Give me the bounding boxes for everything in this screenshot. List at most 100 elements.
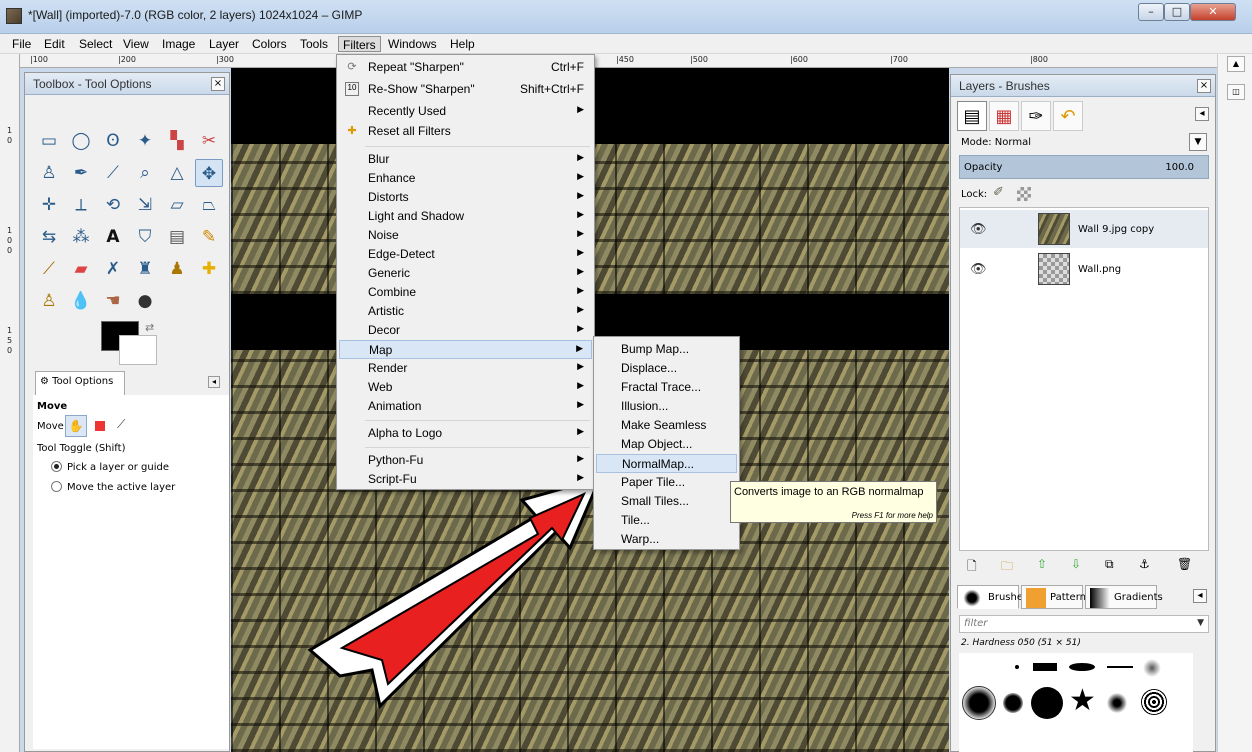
free-select-icon[interactable]: ʘ [99,127,127,155]
airbrush-icon[interactable]: ✗ [99,255,127,283]
tab-tool-options[interactable]: ⚙ Tool Options [35,371,125,395]
brush-filter-input[interactable]: filter ▼ [959,615,1209,633]
swap-colors-icon[interactable]: ⇄ [145,321,154,334]
visibility-eye-icon[interactable]: 👁 [970,262,987,277]
lock-pixels-icon[interactable]: ✐ [993,185,1004,200]
zoom-icon[interactable]: ⌕ [131,159,159,187]
move-layer-toggle-icon[interactable]: ✋ [65,415,87,437]
rotate-icon[interactable]: ⟲ [99,191,127,219]
chevron-down-icon[interactable]: ▼ [1189,133,1207,151]
perspective-icon[interactable]: ⏢ [195,191,223,219]
layer-row[interactable]: 👁 Wall.png [960,250,1208,288]
menu-item-enhance[interactable]: Enhance ▶ [339,169,592,188]
paths-tab-icon[interactable]: ✑ [1021,101,1051,131]
menu-item-bump-map[interactable]: Bump Map... [596,340,737,359]
shear-icon[interactable]: ▱ [163,191,191,219]
menu-view[interactable]: View [119,36,153,52]
text-icon[interactable]: A [99,223,127,251]
smudge-icon[interactable]: ☚ [99,287,127,315]
menu-windows[interactable]: Windows [384,36,441,52]
menu-colors[interactable]: Colors [248,36,291,52]
zoom-toggle-icon[interactable]: ◫ [1227,84,1245,100]
brush-preview[interactable] [1031,687,1063,719]
menu-select[interactable]: Select [75,36,116,52]
menu-file[interactable]: File [8,36,35,52]
eraser-icon[interactable]: ▰ [67,255,95,283]
menu-layer[interactable]: Layer [205,36,243,52]
brush-preview[interactable] [962,686,996,720]
brush-preview[interactable] [1105,691,1129,715]
lock-alpha-icon[interactable] [1017,187,1031,201]
menu-item-repeat[interactable]: ⟳ Repeat "Sharpen" Ctrl+F [339,58,592,77]
menu-image[interactable]: Image [158,36,199,52]
tab-menu-icon[interactable]: ◂ [1193,589,1207,603]
lower-layer-icon[interactable]: ⇩ [1071,557,1081,571]
layers-tab-icon[interactable]: ▤ [957,101,987,131]
layer-mode-select[interactable]: Mode: Normal [961,137,1031,148]
layer-row[interactable]: 👁 Wall 9.jpg copy [960,210,1208,248]
channels-tab-icon[interactable]: ▦ [989,101,1019,131]
new-layer-icon[interactable]: 🗋 [967,557,977,578]
menu-item-recently-used[interactable]: Recently Used ▶ [339,102,592,121]
color-select-icon[interactable]: ▚ [163,127,191,155]
background-color-swatch[interactable] [119,335,157,365]
menu-item-normalmap[interactable]: NormalMap... [596,454,737,473]
menu-item-warp[interactable]: Warp... [596,530,737,549]
star-brush-icon[interactable]: ★ [1069,683,1096,719]
brush-preview[interactable] [1003,693,1023,713]
menu-help[interactable]: Help [446,36,479,52]
brush-preview[interactable] [1141,689,1167,715]
menu-item-web[interactable]: Web ▶ [339,378,592,397]
paths-icon[interactable]: ✒ [67,159,95,187]
new-layer-group-icon[interactable]: 🗀 [1001,557,1013,578]
minimize-button[interactable]: – [1138,3,1164,21]
menu-filters[interactable]: Filters [338,36,381,52]
menu-item-paper-tile[interactable]: Paper Tile... [596,473,737,492]
perspective-clone-icon[interactable]: ♙ [35,287,63,315]
move-path-toggle-icon[interactable]: ⟋ [117,417,125,432]
brush-preview[interactable] [1033,663,1057,671]
cage-transform-icon[interactable]: ⁂ [67,223,95,251]
foreground-select-icon[interactable]: ♙ [35,159,63,187]
menu-item-fractal-trace[interactable]: Fractal Trace... [596,378,737,397]
visibility-eye-icon[interactable]: 👁 [970,222,987,237]
menu-edit[interactable]: Edit [40,36,69,52]
menu-item-noise[interactable]: Noise ▶ [339,226,592,245]
measure-icon[interactable]: △ [163,159,191,187]
menu-item-combine[interactable]: Combine ▶ [339,283,592,302]
blend-icon[interactable]: ▤ [163,223,191,251]
close-button[interactable]: ✕ [1190,3,1236,21]
scale-icon[interactable]: ⇲ [131,191,159,219]
menu-item-alpha-to-logo[interactable]: Alpha to Logo ▶ [339,424,592,443]
clone-icon[interactable]: ♟ [163,255,191,283]
crop-icon[interactable]: ⟂ [67,191,95,219]
anchor-layer-icon[interactable]: ⚓ [1139,557,1150,571]
menu-item-distorts[interactable]: Distorts ▶ [339,188,592,207]
tab-menu-icon[interactable]: ◂ [1195,107,1209,121]
radio-move-active[interactable]: Move the active layer [51,481,175,493]
dodge-burn-icon[interactable]: ● [131,287,159,315]
menu-item-decor[interactable]: Decor ▶ [339,321,592,340]
menu-item-illusion[interactable]: Illusion... [596,397,737,416]
rect-select-icon[interactable]: ▭ [35,127,63,155]
menu-item-map-object[interactable]: Map Object... [596,435,737,454]
menu-item-animation[interactable]: Animation ▶ [339,397,592,416]
radio-pick-layer[interactable]: Pick a layer or guide [51,461,169,473]
scroll-up-icon[interactable]: ▲ [1227,56,1245,72]
ellipse-select-icon[interactable]: ◯ [67,127,95,155]
fuzzy-select-icon[interactable]: ✦ [131,127,159,155]
menu-item-reset-filters[interactable]: ✚ Reset all Filters [339,122,592,141]
tab-brushes[interactable]: Brushes [957,585,1028,609]
brush-preview[interactable] [1143,659,1161,677]
menu-item-displace[interactable]: Displace... [596,359,737,378]
move-icon[interactable]: ✥ [195,159,223,187]
move-selection-toggle-icon[interactable] [95,421,105,431]
menu-item-light-and-shadow[interactable]: Light and Shadow ▶ [339,207,592,226]
tab-menu-icon[interactable]: ◂ [208,376,220,388]
maximize-button[interactable]: □ [1164,3,1190,21]
tab-patterns[interactable]: Patterns [1021,585,1091,609]
delete-layer-icon[interactable]: 🗑 [1177,557,1192,571]
brush-preview[interactable] [1015,665,1019,669]
menu-item-blur[interactable]: Blur ▶ [339,150,592,169]
radio-button[interactable] [51,461,62,472]
